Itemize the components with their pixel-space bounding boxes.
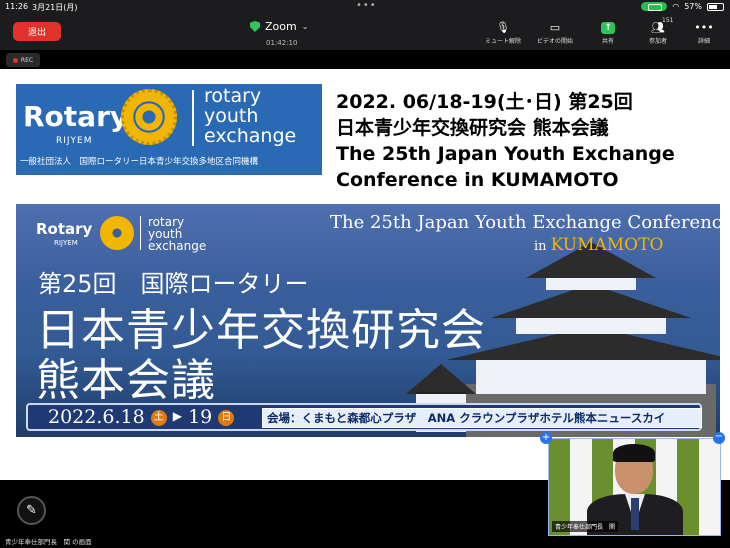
unmute-button[interactable]: 🎙︎ ミュート解除 bbox=[483, 19, 523, 45]
plus-icon: + bbox=[541, 432, 551, 443]
shield-icon bbox=[250, 21, 260, 32]
meeting-title[interactable]: Zoom ⌄ bbox=[250, 20, 320, 33]
date-start: 2022.6.18 bbox=[48, 406, 145, 428]
rotary-wheel-icon bbox=[100, 216, 134, 250]
heading-line: 日本青少年交換研究会 熊本会議 bbox=[336, 117, 609, 139]
battery-icon bbox=[707, 2, 724, 11]
participants-button[interactable]: 👥︎ 151 参加者 bbox=[638, 17, 678, 45]
minus-icon: − bbox=[714, 431, 724, 442]
day-badge: 土 bbox=[150, 410, 167, 426]
annotate-pen-button[interactable]: ✎ bbox=[17, 496, 46, 525]
share-button[interactable]: ↑ 共有 bbox=[588, 19, 628, 45]
conference-banner: Rotary RIJYEM rotary youth exchange The … bbox=[16, 204, 720, 437]
banner-logo-divider bbox=[140, 216, 141, 250]
program-word: youth bbox=[204, 105, 259, 127]
banner-logo-sub: RIJYEM bbox=[54, 239, 78, 247]
slide-heading: 2022. 06/18-19(土･日) 第25回 日本青少年交換研究会 熊本会議… bbox=[336, 89, 675, 193]
chevron-down-icon: ⌄ bbox=[301, 22, 309, 31]
mic-off-icon: 🎙︎ bbox=[496, 21, 510, 34]
date-end: 19 bbox=[188, 406, 213, 428]
more-icon: ••• bbox=[694, 21, 714, 34]
banner-in: in bbox=[534, 239, 551, 254]
app-name: Zoom bbox=[265, 20, 297, 33]
rotary-wheel-icon bbox=[121, 89, 177, 145]
participant-count: 151 bbox=[662, 17, 674, 24]
heading-line: The 25th Japan Youth Exchange bbox=[336, 143, 675, 165]
program-word: rotary bbox=[204, 85, 262, 107]
triangle-right-icon: ▶ bbox=[172, 409, 183, 423]
logo-sub: RIJYEM bbox=[56, 136, 93, 146]
heading-line: 2022. 06/18-19(土･日) 第25回 bbox=[336, 91, 633, 113]
program-word: exchange bbox=[204, 125, 297, 147]
wifi-icon: ◠ bbox=[672, 2, 680, 11]
participants-label: 参加者 bbox=[648, 38, 667, 45]
recording-indicator: REC bbox=[6, 53, 40, 67]
logo-brand: Rotary bbox=[23, 100, 129, 133]
banner-logo-brand: Rotary bbox=[36, 220, 93, 238]
banner-english-location: in KUMAMOTO bbox=[534, 235, 663, 255]
start-video-label: ビデオの開始 bbox=[536, 38, 573, 45]
banner-logo-program: rotary youth exchange bbox=[148, 216, 206, 252]
unmute-label: ミュート解除 bbox=[484, 38, 521, 45]
logo-divider bbox=[192, 90, 194, 146]
shared-screen: Rotary RIJYEM rotary youth exchange 一般社団… bbox=[0, 69, 730, 480]
zoom-toolbar: 退出 Zoom ⌄ 01:42:10 🎙︎ ミュート解除 ▭ ビデオの開始 ↑ … bbox=[0, 14, 730, 50]
leave-button[interactable]: 退出 bbox=[13, 22, 61, 41]
day-badge: 日 bbox=[218, 410, 235, 426]
share-owner-label: 青少年奉仕部門長 関 の画面 bbox=[5, 538, 92, 546]
minimize-video-button[interactable]: − bbox=[713, 432, 725, 444]
more-label: 詳細 bbox=[697, 38, 710, 45]
share-label: 共有 bbox=[601, 38, 614, 45]
screen-share-indicator-icon bbox=[641, 2, 668, 11]
battery-percent: 57% bbox=[684, 2, 702, 11]
meeting-elapsed-time: 01:42:10 bbox=[266, 39, 298, 47]
share-icon: ↑ bbox=[601, 21, 615, 34]
participant-name: 青少年奉仕部門長 関 bbox=[552, 521, 619, 532]
logo-program: rotary youth exchange bbox=[204, 86, 296, 146]
banner-line-3: 熊本会議 bbox=[36, 355, 216, 406]
status-date: 3月21日(月) bbox=[32, 3, 78, 12]
more-button[interactable]: ••• 詳細 bbox=[684, 19, 724, 45]
logo-org: 一般社団法人 国際ロータリー日本青少年交換多地区合同機構 bbox=[20, 157, 259, 167]
start-video-button[interactable]: ▭ ビデオの開始 bbox=[535, 19, 575, 45]
multitask-dots-icon[interactable]: ••• bbox=[356, 0, 377, 11]
venue-label: 会場：くまもと森都心プラザ ANA クラウンプラザホテル熊本ニュースカイ bbox=[262, 408, 702, 428]
program-word: exchange bbox=[148, 239, 207, 253]
video-off-icon: ▭ bbox=[549, 21, 561, 34]
status-bar: 11:26 3月21日(月) ••• ◠ 57% bbox=[0, 0, 730, 14]
status-time: 11:26 bbox=[5, 2, 29, 11]
banner-english-title: The 25th Japan Youth Exchange Conference bbox=[330, 212, 720, 233]
heading-line: Conference in KUMAMOTO bbox=[336, 169, 619, 191]
expand-video-button[interactable]: + bbox=[540, 432, 552, 444]
event-dates: 2022.6.18 土 ▶ 19 日 bbox=[48, 406, 235, 428]
status-right: ◠ 57% bbox=[641, 2, 724, 11]
date-venue-bar: 2022.6.18 土 ▶ 19 日 会場：くまもと森都心プラザ ANA クラウ… bbox=[26, 403, 702, 431]
banner-city: KUMAMOTO bbox=[550, 235, 664, 255]
pen-icon: ✎ bbox=[26, 503, 37, 518]
participant-video-tile[interactable]: 青少年奉仕部門長 関 bbox=[548, 438, 721, 536]
rotary-logo: Rotary RIJYEM rotary youth exchange 一般社団… bbox=[16, 84, 322, 175]
